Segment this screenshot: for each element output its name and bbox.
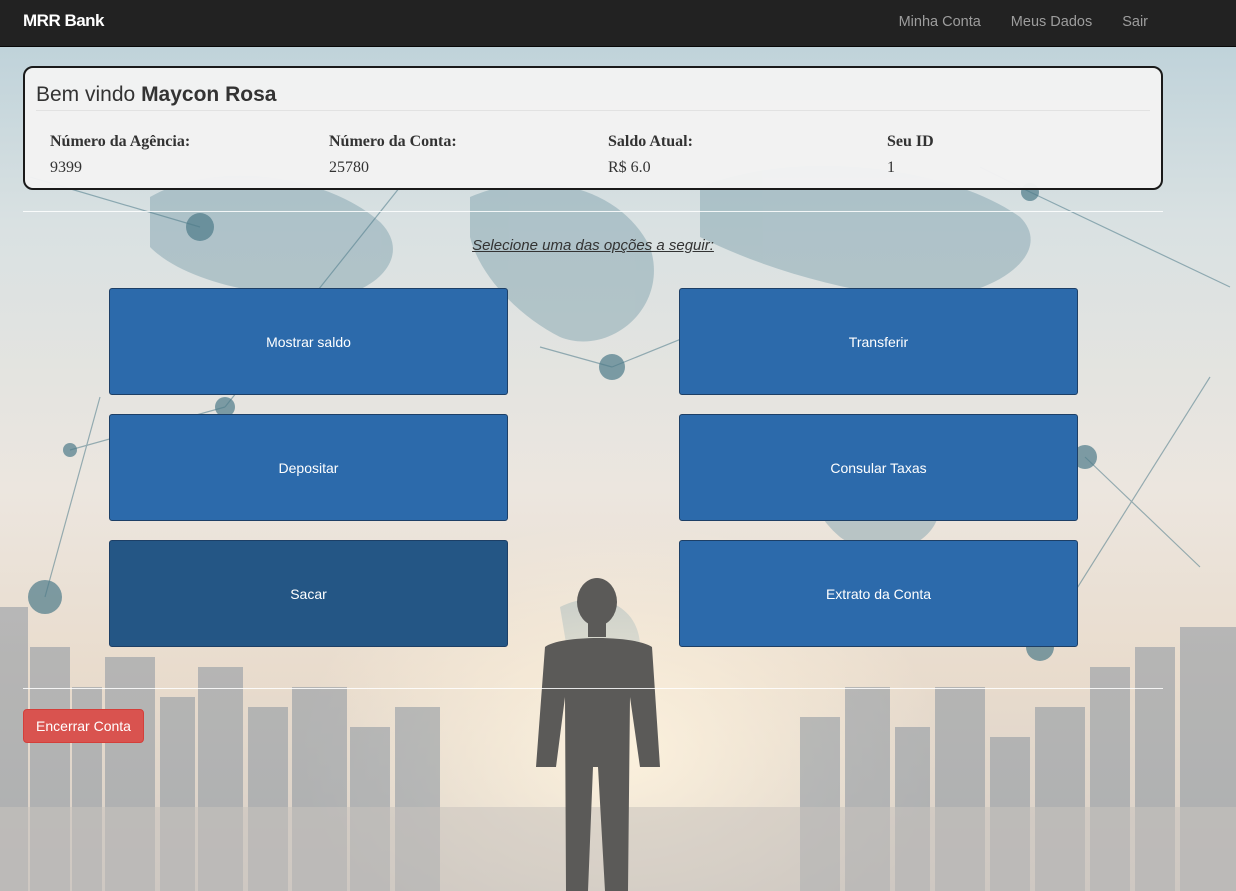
user-id-value: 1 (887, 159, 895, 176)
nav-sair[interactable]: Sair (1122, 14, 1148, 30)
panel-divider (36, 110, 1150, 111)
fees-button[interactable]: Consular Taxas (679, 414, 1078, 521)
agency-info: Número da Agência: 9399 (50, 133, 190, 177)
top-navbar: MRR Bank Minha Conta Meus Dados Sair (0, 0, 1236, 47)
account-info: Número da Conta: 25780 (329, 133, 457, 177)
transfer-button[interactable]: Transferir (679, 288, 1078, 395)
show-balance-button[interactable]: Mostrar saldo (109, 288, 508, 395)
agency-label: Número da Agência: (50, 133, 191, 150)
options-prompt: Selecione uma das opções a seguir: (472, 237, 714, 254)
account-label: Número da Conta: (329, 133, 457, 150)
account-value: 25780 (329, 159, 369, 176)
divider-top (23, 211, 1163, 212)
user-id-info: Seu ID 1 (887, 133, 934, 177)
close-account-button[interactable]: Encerrar Conta (23, 709, 144, 743)
welcome-heading: Bem vindo Maycon Rosa (36, 83, 276, 107)
deposit-button[interactable]: Depositar (109, 414, 508, 521)
withdraw-button[interactable]: Sacar (109, 540, 508, 647)
nav-meus-dados[interactable]: Meus Dados (1011, 14, 1092, 30)
agency-value: 9399 (50, 159, 82, 176)
nav-minha-conta[interactable]: Minha Conta (899, 14, 981, 30)
brand-logo[interactable]: MRR Bank (23, 11, 105, 31)
user-name: Maycon Rosa (141, 83, 277, 106)
balance-info: Saldo Atual: R$ 6.0 (608, 133, 693, 177)
balance-label: Saldo Atual: (608, 133, 693, 150)
user-id-label: Seu ID (887, 133, 934, 150)
account-summary-panel: Bem vindo Maycon Rosa Número da Agência:… (23, 66, 1163, 190)
statement-button[interactable]: Extrato da Conta (679, 540, 1078, 647)
welcome-greeting: Bem vindo (36, 83, 136, 106)
divider-bottom (23, 688, 1163, 689)
balance-value: R$ 6.0 (608, 159, 651, 176)
nav-links: Minha Conta Meus Dados Sair (869, 0, 1148, 43)
